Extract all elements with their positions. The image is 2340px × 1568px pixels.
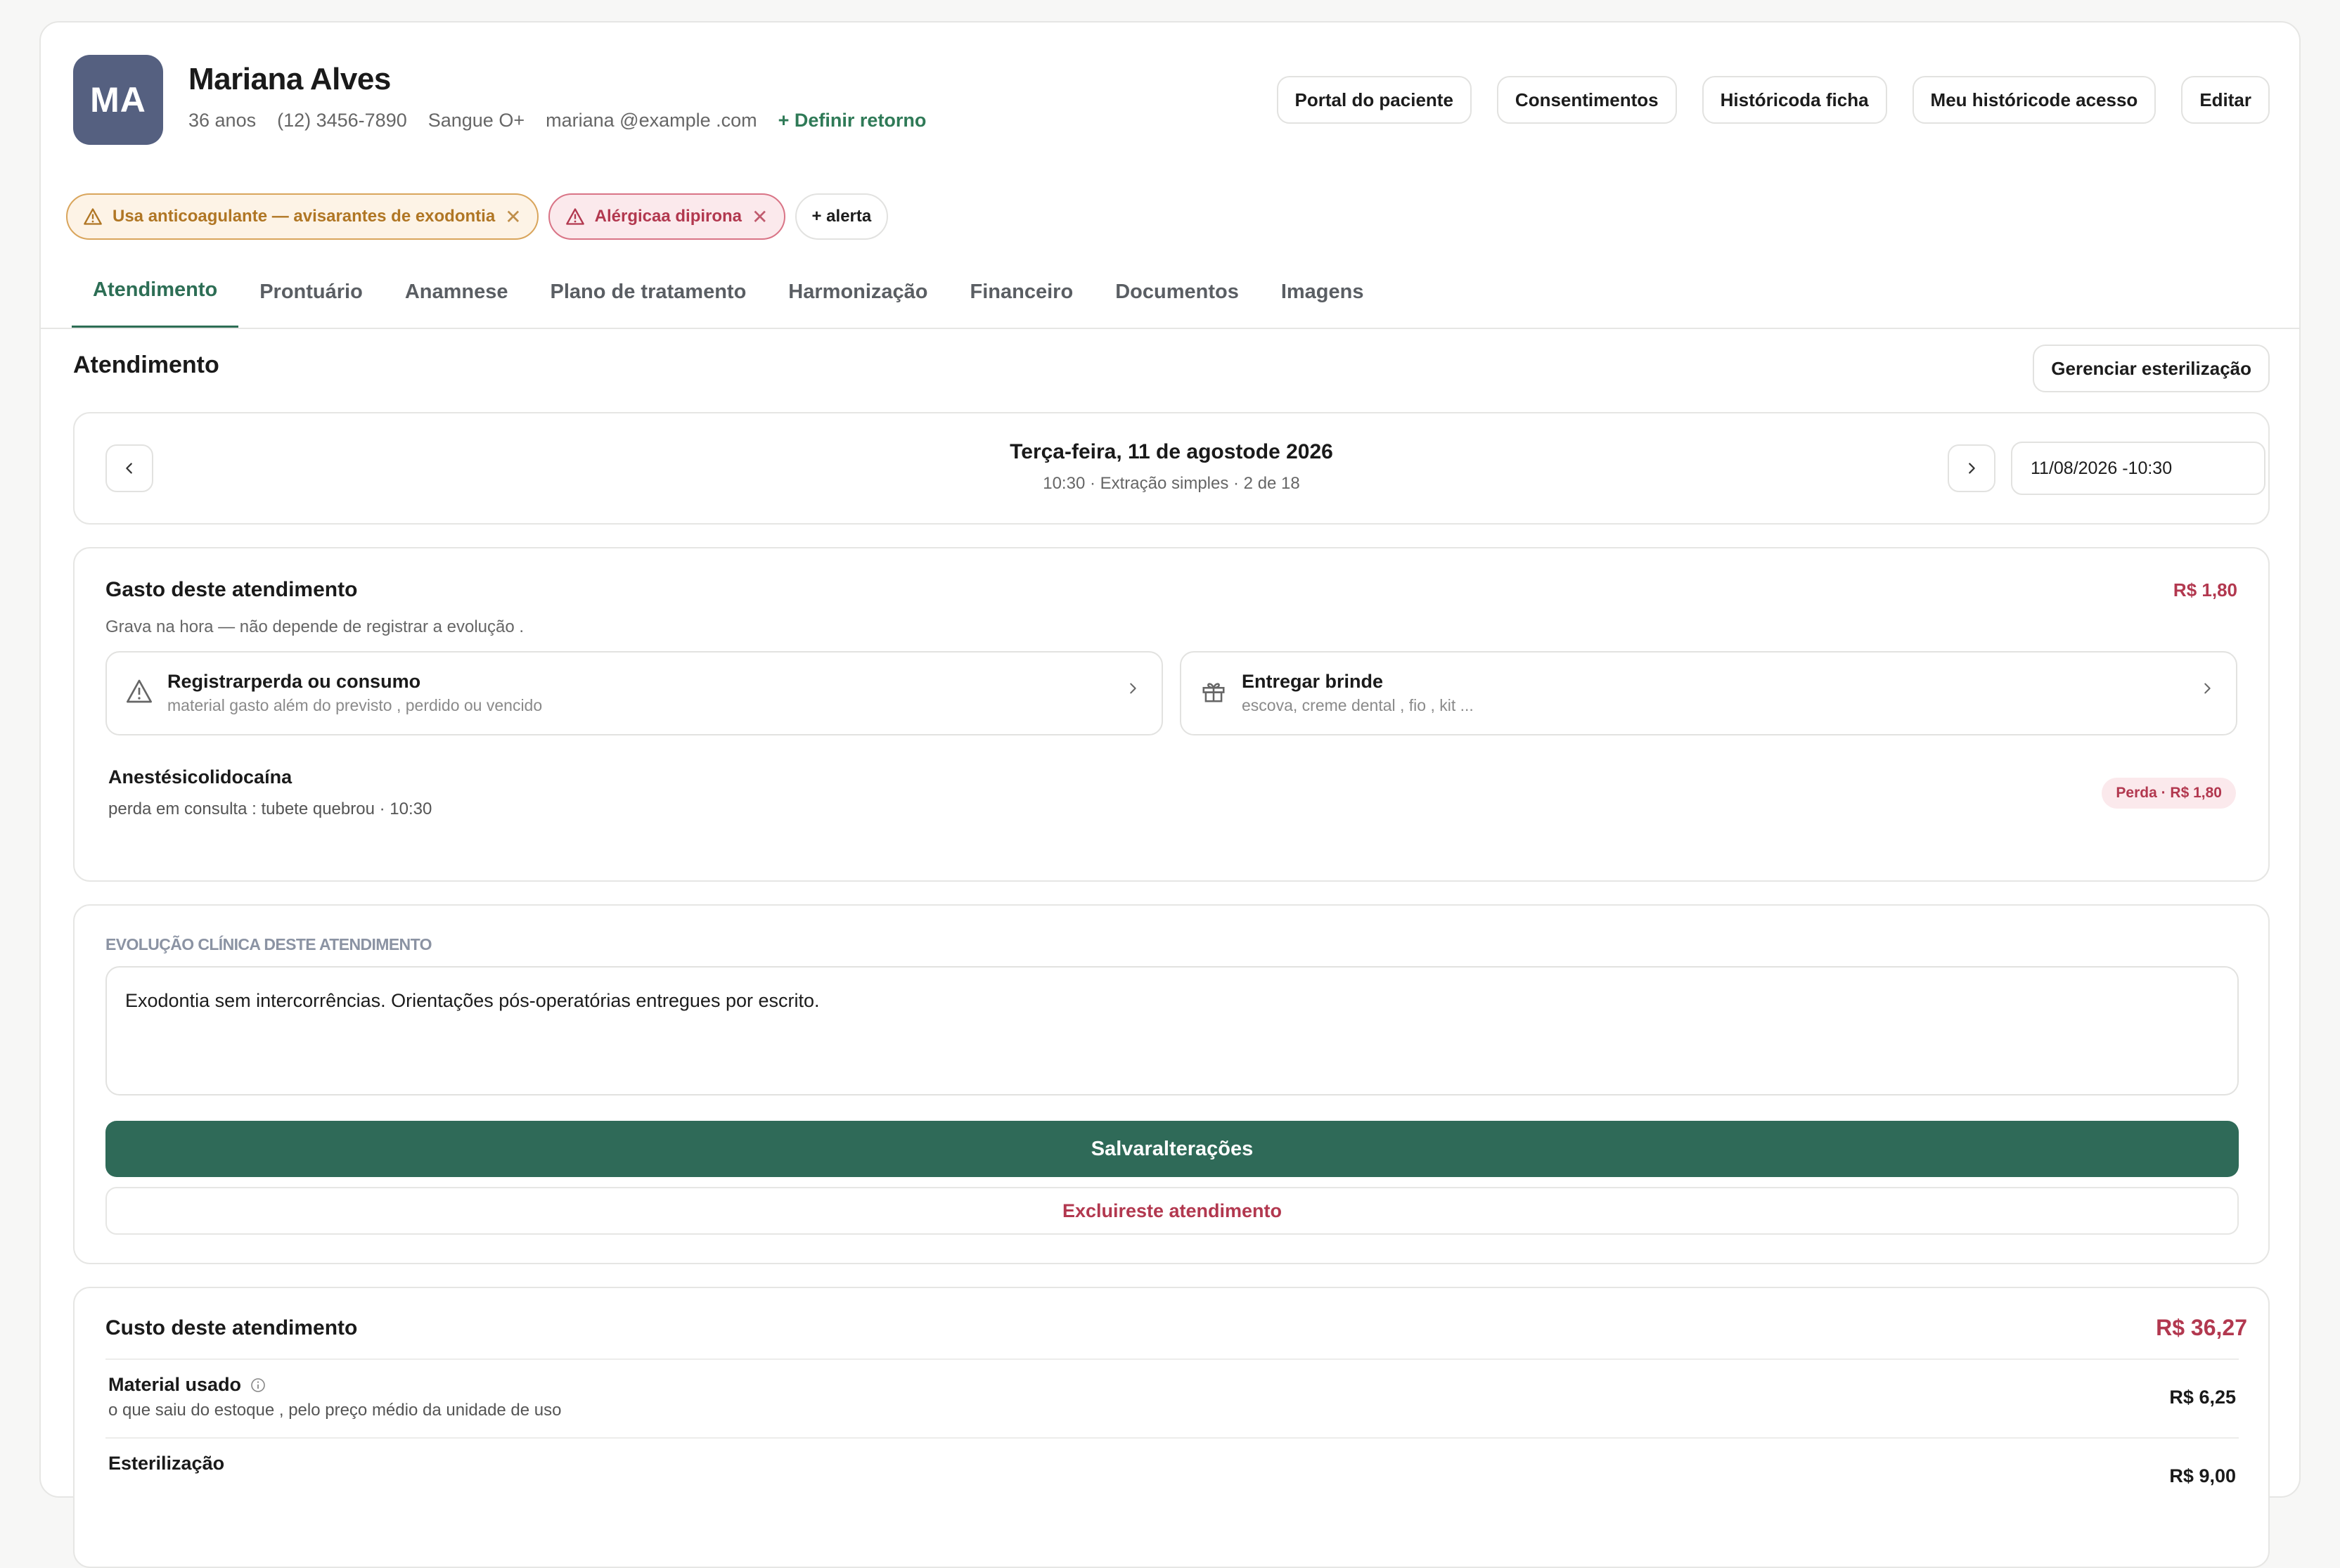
header-actions: Portal do paciente Consentimentos Histór… bbox=[1276, 76, 2270, 124]
cost-row-desc: o que saiu do estoque , pelo preço médio… bbox=[108, 1401, 562, 1420]
appointment-datetime-input[interactable]: 11/08/2026 -10:30 bbox=[2011, 442, 2265, 495]
table-row: Esterilização R$ 9,00 bbox=[105, 1437, 2239, 1516]
list-item: Anestésicolidocaína perda em consulta : … bbox=[108, 766, 432, 819]
appointment-navigator: Terça-feira, 11 de agostode 2026 10:30 ·… bbox=[73, 412, 2270, 525]
expense-subtitle: Grava na hora — não depende de registrar… bbox=[105, 617, 525, 636]
info-icon[interactable] bbox=[250, 1377, 266, 1394]
page-title: Atendimento bbox=[73, 352, 219, 378]
tab-imagens[interactable]: Imagens bbox=[1260, 255, 1385, 329]
consents-button[interactable]: Consentimentos bbox=[1496, 76, 1677, 124]
manage-sterilization-button[interactable]: Gerenciar esterilização bbox=[2033, 345, 2270, 392]
alert-allergy[interactable]: Alérgicaa dipirona ✕ bbox=[548, 193, 785, 240]
avatar: MA bbox=[73, 55, 163, 145]
edit-button[interactable]: Editar bbox=[2181, 76, 2270, 124]
patient-email: mariana @example .com bbox=[546, 110, 757, 131]
register-loss-subtitle: material gasto além do previsto , perdid… bbox=[167, 696, 543, 714]
loss-item-name: Anestésicolidocaína bbox=[108, 766, 292, 788]
warning-icon bbox=[565, 207, 585, 226]
tabs-divider bbox=[41, 328, 2299, 329]
tab-prontuario[interactable]: Prontuário bbox=[238, 255, 384, 329]
expense-title: Gasto deste atendimento bbox=[105, 578, 358, 601]
tab-financeiro[interactable]: Financeiro bbox=[949, 255, 1095, 329]
cost-card: Custo deste atendimento R$ 36,27 Materia… bbox=[73, 1287, 2270, 1568]
deliver-gift-subtitle: escova, creme dental , fio , kit ... bbox=[1242, 696, 1474, 714]
next-appointment-button[interactable] bbox=[1948, 444, 1995, 492]
chevron-right-icon bbox=[2199, 681, 2215, 696]
status-badge: Perda · R$ 1,80 bbox=[2102, 778, 2236, 809]
gift-icon bbox=[1200, 678, 1230, 709]
record-history-button[interactable]: Históricoda ficha bbox=[1702, 76, 1887, 124]
deliver-gift-button[interactable]: Entregar brinde escova, creme dental , f… bbox=[1180, 651, 2237, 735]
cost-row-value: R$ 6,25 bbox=[2169, 1387, 2236, 1408]
evolution-textarea[interactable]: Exodontia sem intercorrências. Orientaçõ… bbox=[105, 966, 2239, 1095]
expense-card: Gasto deste atendimento Grava na hora — … bbox=[73, 547, 2270, 882]
patient-record-panel: MA Mariana Alves 36 anos (12) 3456-7890 … bbox=[39, 21, 2301, 1568]
cost-row-label: Esterilização bbox=[108, 1453, 225, 1474]
register-loss-button[interactable]: Registrarperda ou consumo material gasto… bbox=[105, 651, 1163, 735]
warning-icon bbox=[83, 207, 103, 226]
patient-age: 36 anos bbox=[188, 110, 257, 131]
chevron-right-icon bbox=[1125, 681, 1140, 696]
alert-label: Usa anticoagulante — avisarantes de exod… bbox=[112, 207, 496, 226]
close-icon[interactable]: ✕ bbox=[752, 205, 768, 229]
delete-appointment-button[interactable]: Excluireste atendimento bbox=[105, 1187, 2239, 1235]
appointment-sub: 10:30 · Extração simples · 2 de 18 bbox=[1043, 474, 1300, 493]
add-alert-button[interactable]: + alerta bbox=[795, 193, 889, 240]
cost-row-value: R$ 9,00 bbox=[2169, 1465, 2236, 1486]
tab-harmonizacao[interactable]: Harmonização bbox=[767, 255, 949, 329]
warning-icon bbox=[125, 678, 156, 709]
tab-bar: Atendimento Prontuário Anamnese Plano de… bbox=[72, 255, 1385, 329]
deliver-gift-title: Entregar brinde bbox=[1242, 671, 1384, 692]
access-history-button[interactable]: Meu históricode acesso bbox=[1912, 76, 2156, 124]
chevron-right-icon bbox=[1964, 461, 1979, 476]
tab-documentos[interactable]: Documentos bbox=[1094, 255, 1260, 329]
loss-item-desc: perda em consulta : tubete quebrou · 10:… bbox=[108, 799, 432, 818]
tab-plano-de-tratamento[interactable]: Plano de tratamento bbox=[529, 255, 768, 329]
cost-row-name: Esterilização bbox=[108, 1453, 224, 1474]
patient-phone: (12) 3456-7890 bbox=[277, 110, 407, 131]
appointment-info: Terça-feira, 11 de agostode 2026 10:30 ·… bbox=[75, 440, 2268, 494]
patient-blood: Sangue O+ bbox=[428, 110, 525, 131]
alerts-row: Usa anticoagulante — avisarantes de exod… bbox=[66, 193, 889, 240]
tab-atendimento[interactable]: Atendimento bbox=[72, 255, 239, 329]
cost-total: R$ 36,27 bbox=[2156, 1315, 2247, 1340]
define-return-link[interactable]: + Definir retorno bbox=[778, 110, 927, 131]
cost-title: Custo deste atendimento bbox=[105, 1316, 358, 1339]
cost-row-name: Material usado bbox=[108, 1374, 266, 1396]
save-button[interactable]: Salvaralterações bbox=[105, 1121, 2239, 1177]
tab-anamnese[interactable]: Anamnese bbox=[384, 255, 529, 329]
expense-amount: R$ 1,80 bbox=[2173, 579, 2237, 600]
cost-row-label: Material usado bbox=[108, 1374, 242, 1395]
alert-label: Alérgicaa dipirona bbox=[594, 207, 742, 226]
clinical-evolution-card: EVOLUÇÃO CLÍNICA DESTE ATENDIMENTO Exodo… bbox=[73, 904, 2270, 1264]
table-row: Material usado o que saiu do estoque , p… bbox=[105, 1358, 2239, 1437]
evolution-label: EVOLUÇÃO CLÍNICA DESTE ATENDIMENTO bbox=[105, 935, 432, 953]
alert-anticoagulant[interactable]: Usa anticoagulante — avisarantes de exod… bbox=[66, 193, 539, 240]
patient-portal-button[interactable]: Portal do paciente bbox=[1276, 76, 1472, 124]
patient-name: Mariana Alves bbox=[188, 62, 391, 96]
close-icon[interactable]: ✕ bbox=[505, 205, 521, 229]
register-loss-title: Registrarperda ou consumo bbox=[167, 671, 421, 692]
patient-meta: 36 anos (12) 3456-7890 Sangue O+ mariana… bbox=[188, 110, 926, 131]
appointment-date: Terça-feira, 11 de agostode 2026 bbox=[1010, 440, 1333, 463]
